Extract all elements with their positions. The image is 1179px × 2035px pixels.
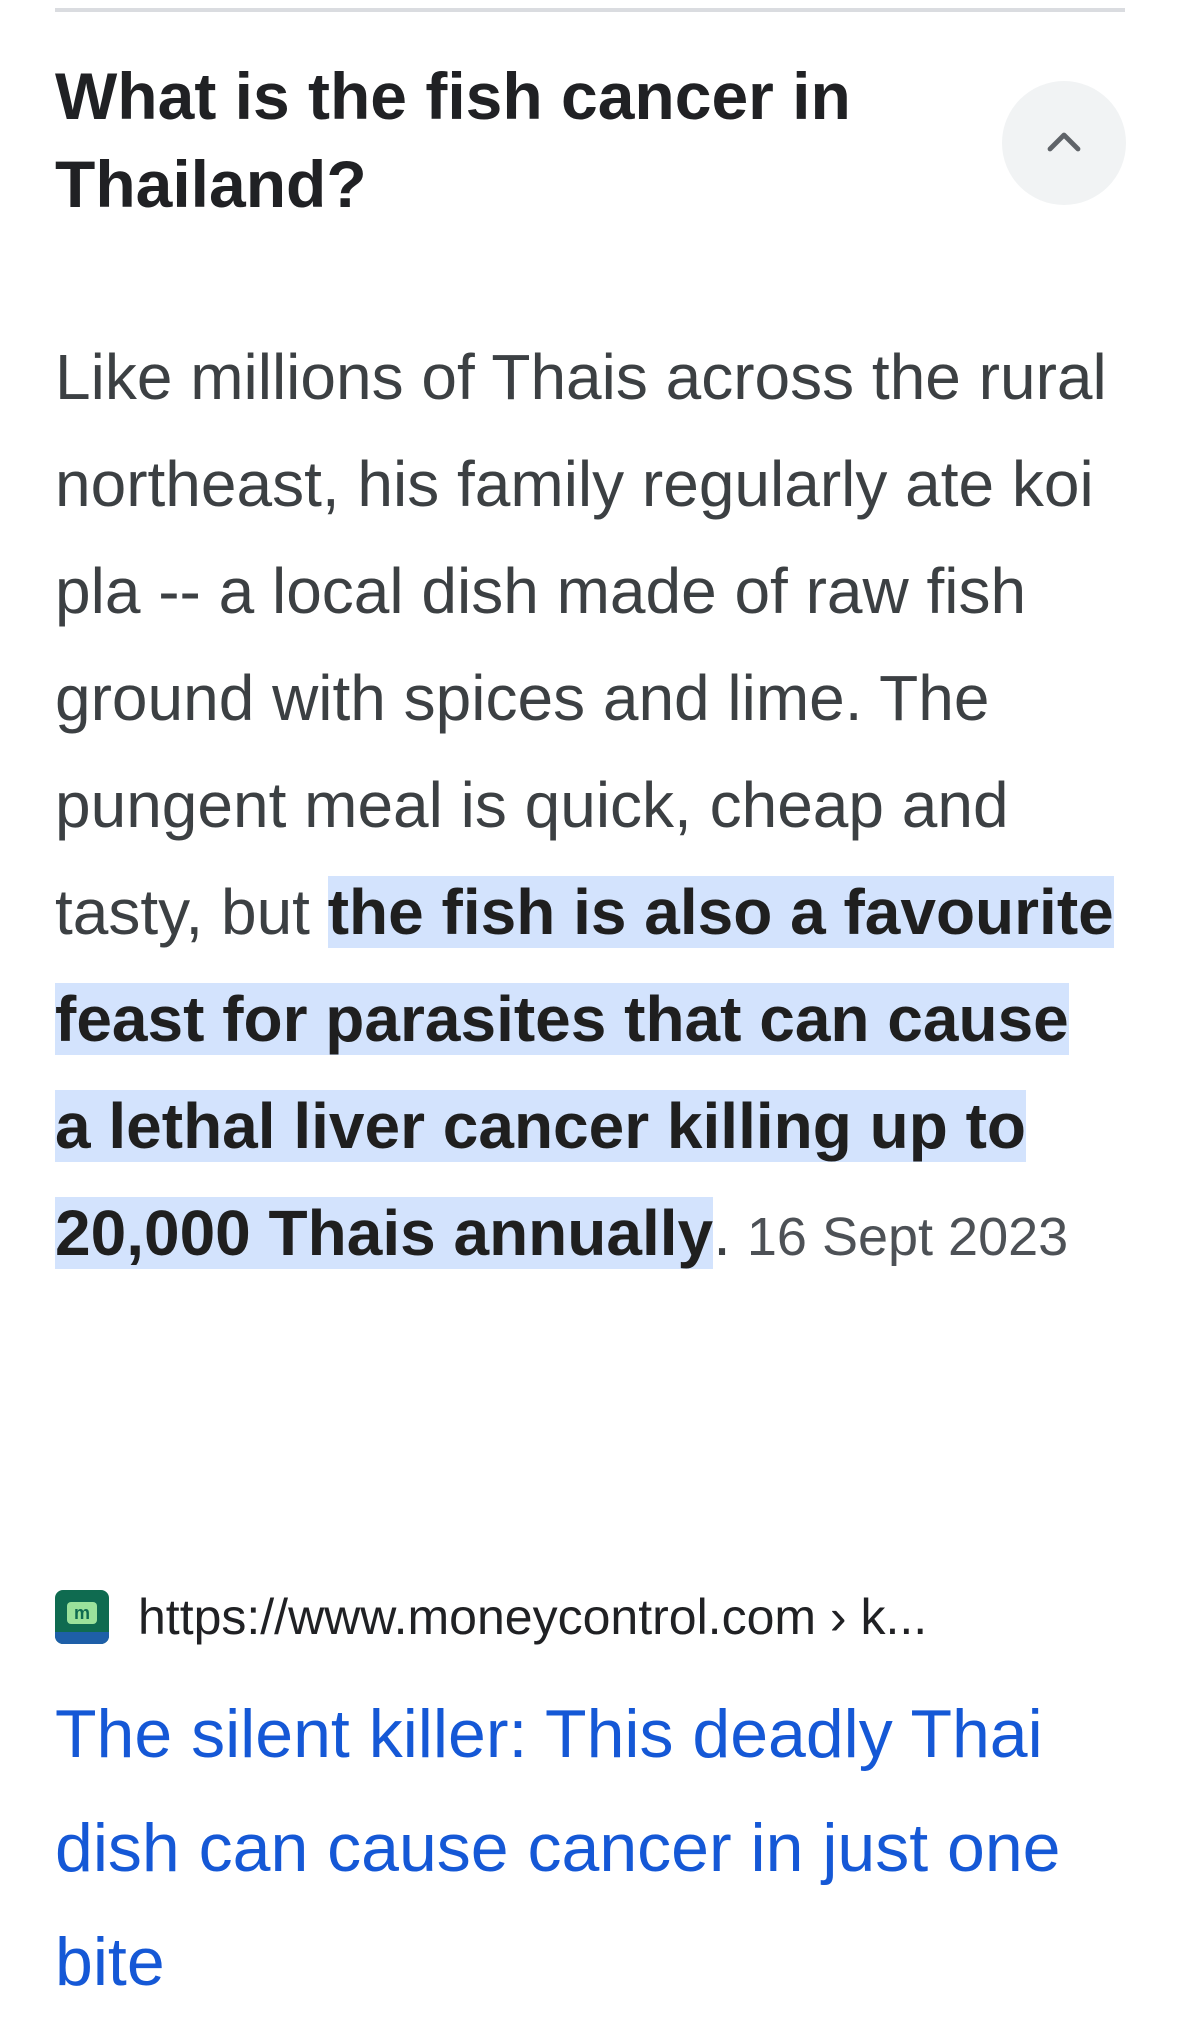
chevron-up-icon [1047, 132, 1081, 152]
faq-question-title[interactable]: What is the fish cancer in Thailand? [55, 52, 935, 228]
collapse-button[interactable] [1002, 81, 1126, 205]
answer-date: 16 Sept 2023 [746, 1207, 1069, 1267]
faq-answer: Like millions of Thais across the rural … [55, 324, 1115, 1291]
source-url[interactable]: https://www.moneycontrol.com › k... [138, 1588, 927, 1646]
answer-text: Like millions of Thais across the rural … [55, 341, 1107, 948]
top-divider [55, 8, 1125, 12]
source-row[interactable]: m https://www.moneycontrol.com › k... [55, 1584, 1125, 1650]
result-title-link[interactable]: The silent killer: This deadly Thai dish… [55, 1677, 1135, 2019]
answer-end: . [713, 1197, 731, 1269]
moneycontrol-favicon-icon: m [55, 1590, 109, 1644]
favicon-letter: m [67, 1602, 97, 1624]
